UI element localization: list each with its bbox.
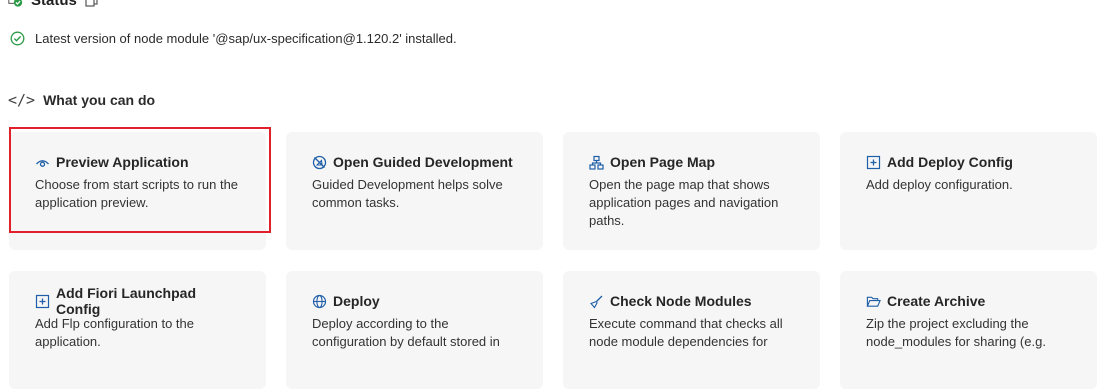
card-title-row: Add Fiori Launchpad Config	[35, 285, 240, 317]
card-add-fiori-launchpad-config[interactable]: Add Fiori Launchpad Config Add Flp confi…	[9, 271, 266, 389]
code-icon: </>	[8, 91, 36, 109]
card-add-deploy-config[interactable]: Add Deploy Config Add deploy configurati…	[840, 132, 1097, 250]
card-title: Check Node Modules	[610, 293, 752, 309]
status-title: Status	[31, 0, 77, 9]
card-title-row: Open Page Map	[589, 152, 794, 172]
card-title-row: Preview Application	[35, 152, 240, 172]
eye-icon	[35, 155, 50, 170]
card-description: Open the page map that shows application…	[589, 177, 779, 228]
card-title-row: Create Archive	[866, 291, 1071, 311]
card-description: Add deploy configuration.	[866, 177, 1013, 192]
card-title: Deploy	[333, 293, 380, 309]
card-create-archive[interactable]: Create Archive Zip the project excluding…	[840, 271, 1097, 389]
section-title: What you can do	[43, 92, 156, 108]
card-title: Add Fiori Launchpad Config	[56, 285, 196, 317]
add-box-icon	[866, 155, 881, 170]
card-preview-application[interactable]: Preview Application Choose from start sc…	[9, 132, 266, 250]
card-check-node-modules[interactable]: Check Node Modules Execute command that …	[563, 271, 820, 389]
card-description: Choose from start scripts to run the app…	[35, 177, 239, 210]
broom-icon	[589, 294, 604, 309]
status-message-row: Latest version of node module '@sap/ux-s…	[10, 29, 457, 47]
card-title: Open Page Map	[610, 154, 716, 170]
folder-open-icon	[866, 294, 881, 309]
card-title-row: Deploy	[312, 291, 517, 311]
status-header: Status	[8, 0, 100, 10]
guided-icon	[312, 155, 327, 170]
globe-icon	[312, 294, 327, 309]
card-title: Create Archive	[887, 293, 986, 309]
card-open-guided-development[interactable]: Open Guided Development Guided Developme…	[286, 132, 543, 250]
card-title-row: Check Node Modules	[589, 291, 794, 311]
success-check-icon	[10, 31, 25, 46]
card-title: Open Guided Development	[333, 154, 513, 170]
add-box-icon	[35, 294, 50, 309]
card-description: Guided Development helps solve common ta…	[312, 177, 503, 210]
card-title-row: Add Deploy Config	[866, 152, 1071, 172]
card-deploy[interactable]: Deploy Deploy according to the configura…	[286, 271, 543, 389]
card-title: Preview Application	[56, 154, 189, 170]
card-title: Add Deploy Config	[887, 154, 1013, 170]
copy-icon[interactable]	[85, 0, 100, 8]
section-header: </> What you can do	[8, 90, 155, 110]
card-open-page-map[interactable]: Open Page Map Open the page map that sho…	[563, 132, 820, 250]
status-message: Latest version of node module '@sap/ux-s…	[35, 30, 457, 46]
card-title-row: Open Guided Development	[312, 152, 517, 172]
status-check-icon	[8, 0, 23, 8]
sitemap-icon	[589, 155, 604, 170]
